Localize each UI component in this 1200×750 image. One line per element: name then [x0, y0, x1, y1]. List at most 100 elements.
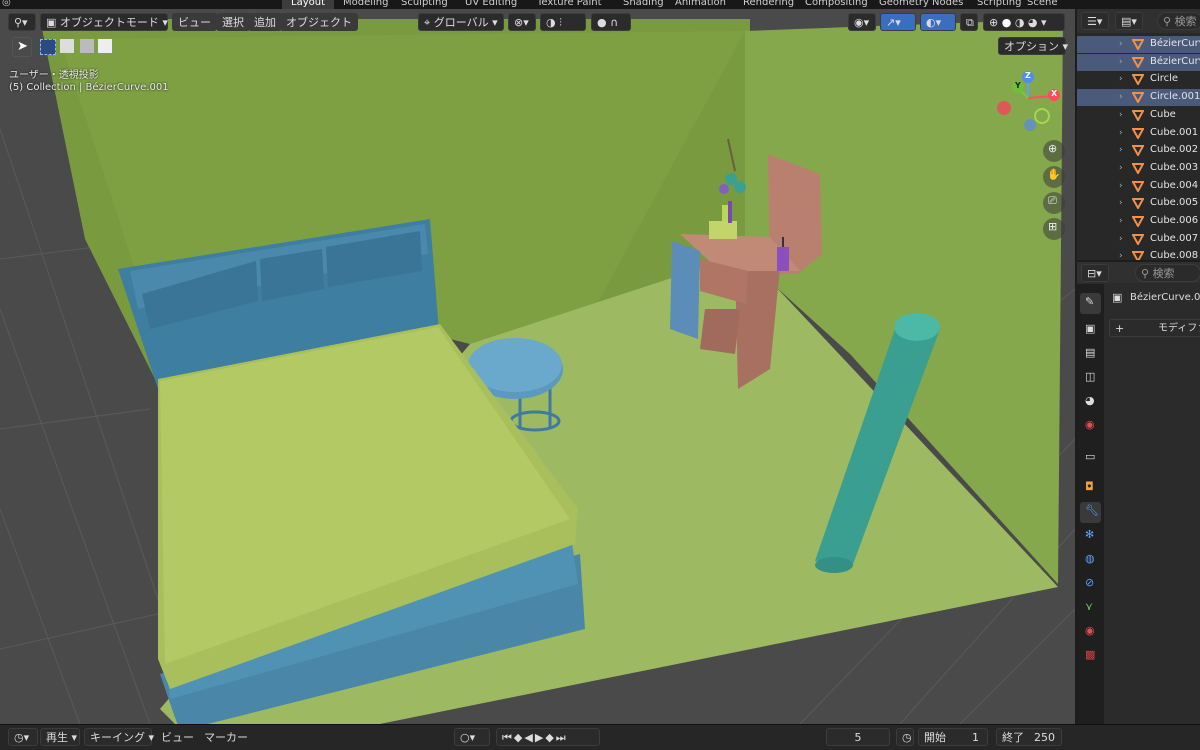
outliner-row[interactable]: › Cube.008	[1077, 248, 1200, 260]
mode-selector[interactable]: ▣ オブジェクトモード ▾	[40, 13, 168, 31]
outliner-row[interactable]: › Cube	[1077, 107, 1200, 124]
scene-render[interactable]	[0, 9, 1075, 724]
physics-tab[interactable]: ◍	[1080, 550, 1101, 571]
camera-view-button[interactable]: ⎚	[1043, 192, 1065, 214]
timeline-editor-type-button[interactable]: ◷▾	[8, 728, 38, 746]
view-name-label: ユーザー・透視投影	[9, 70, 99, 81]
navigation-gizmo[interactable]: Z X Y	[992, 68, 1064, 140]
pivot-point-button[interactable]: ⊗▾	[508, 13, 536, 31]
view-layer-tab[interactable]: ◫	[1080, 368, 1101, 389]
expand-arrow-icon[interactable]: ›	[1119, 74, 1123, 84]
end-frame-field[interactable]: 終了 250	[996, 728, 1062, 746]
tab-rendering[interactable]: Rendering	[734, 0, 803, 9]
display-mode-button[interactable]: ▤▾	[1115, 12, 1143, 30]
world-tab[interactable]: ◉	[1080, 416, 1101, 437]
expand-arrow-icon[interactable]: ›	[1119, 92, 1123, 102]
outliner-row[interactable]: › Cube.004	[1077, 178, 1200, 195]
visibility-button[interactable]: ◉▾	[848, 13, 876, 31]
outliner-row[interactable]: › Cube.005	[1077, 195, 1200, 212]
start-frame-field[interactable]: 開始 1	[918, 728, 988, 746]
expand-arrow-icon[interactable]: ›	[1119, 163, 1123, 173]
playback-controls[interactable]: ⏮◆◀▶◆⏭	[496, 728, 600, 746]
preview-range-toggle[interactable]: ◷	[896, 728, 914, 746]
properties-search-input[interactable]: ⚲ 検索	[1135, 264, 1200, 282]
object-tab[interactable]: ◘	[1080, 478, 1101, 499]
outliner-row[interactable]: › Cube.006	[1077, 213, 1200, 230]
outliner-row[interactable]: › Cube.001	[1077, 125, 1200, 142]
expand-arrow-icon[interactable]: ›	[1119, 145, 1123, 155]
tool-tab[interactable]: ✎	[1080, 293, 1101, 314]
auto-keying-button[interactable]: ○▾	[454, 728, 490, 746]
data-tab[interactable]: ⋎	[1080, 598, 1101, 619]
tab-uv-editing[interactable]: UV Editing	[456, 0, 526, 9]
texture-tab[interactable]: ▩	[1080, 646, 1101, 667]
curve-object-icon: ▣	[1112, 291, 1123, 304]
expand-arrow-icon[interactable]: ›	[1119, 57, 1123, 67]
menu-view[interactable]: ビュー	[172, 13, 217, 31]
current-frame-field[interactable]: 5	[826, 728, 890, 746]
outliner-row[interactable]: › Cube.003	[1077, 160, 1200, 177]
timeline-view-menu[interactable]: ビュー	[155, 728, 200, 746]
material-tab[interactable]: ◉	[1080, 622, 1101, 643]
menu-select[interactable]: 選択	[216, 13, 250, 31]
object-data-icon	[1132, 127, 1144, 139]
tab-texture-paint[interactable]: Texture Paint	[528, 0, 611, 9]
outliner-row[interactable]: › Circle	[1077, 71, 1200, 88]
expand-arrow-icon[interactable]: ›	[1119, 181, 1123, 191]
properties-editor-type-button[interactable]: ⊟▾	[1081, 264, 1109, 282]
tab-modeling[interactable]: Modeling	[334, 0, 398, 9]
pan-button[interactable]: ✋	[1043, 166, 1065, 188]
expand-arrow-icon[interactable]: ›	[1119, 198, 1123, 208]
object-data-icon	[1132, 198, 1144, 210]
expand-arrow-icon[interactable]: ›	[1119, 128, 1123, 138]
tab-layout[interactable]: Layout	[282, 0, 334, 9]
keying-menu[interactable]: キーイング ▾	[84, 728, 154, 746]
marker-menu[interactable]: マーカー	[198, 728, 254, 746]
options-dropdown[interactable]: オプション ▾	[998, 37, 1068, 55]
output-tab[interactable]: ▤	[1080, 344, 1101, 365]
scene-tab[interactable]: ◕	[1080, 392, 1101, 413]
perspective-toggle-button[interactable]: ⊞	[1043, 218, 1065, 240]
blender-logo-icon[interactable]: ◎	[2, 0, 11, 9]
expand-arrow-icon[interactable]: ›	[1119, 110, 1123, 120]
outliner-search-input[interactable]: ⚲ 検索	[1157, 12, 1200, 30]
outliner-row[interactable]: › BézierCurve	[1077, 53, 1200, 71]
gizmo-toggle[interactable]: ↗▾	[880, 13, 916, 31]
zoom-button[interactable]: ⊕	[1043, 140, 1065, 162]
outliner-row[interactable]: › Cube.002	[1077, 142, 1200, 159]
modifier-tab[interactable]: 🔧︎	[1080, 502, 1101, 523]
expand-arrow-icon[interactable]: ›	[1119, 234, 1123, 244]
collection-tab[interactable]: ▭	[1080, 448, 1101, 469]
tab-animation[interactable]: Animation	[666, 0, 735, 9]
tab-geometry-nodes[interactable]: Geometry Nodes	[870, 0, 972, 9]
editor-type-button[interactable]: ⚲▾	[8, 13, 36, 31]
expand-arrow-icon[interactable]: ›	[1119, 39, 1123, 49]
proportional-editing-toggle[interactable]: ● ∩	[591, 13, 631, 31]
menu-add[interactable]: 追加	[248, 13, 282, 31]
playback-menu[interactable]: 再生 ▾	[40, 728, 80, 746]
overlay-toggle[interactable]: ◐▾	[920, 13, 956, 31]
expand-arrow-icon[interactable]: ›	[1119, 216, 1123, 226]
shading-mode-buttons[interactable]: ⊕ ● ◑ ◕ ▾	[983, 13, 1065, 31]
menu-object[interactable]: オブジェクト	[280, 13, 358, 31]
particles-tab[interactable]: ✻	[1080, 526, 1101, 547]
xray-toggle[interactable]: ⧉	[960, 13, 978, 31]
tab-sculpting[interactable]: Sculpting	[392, 0, 457, 9]
tab-compositing[interactable]: Compositing	[796, 0, 877, 9]
expand-arrow-icon[interactable]: ›	[1119, 251, 1123, 260]
camera-back-icon: ▣	[1085, 322, 1096, 335]
3d-viewport[interactable]	[0, 9, 1075, 724]
select-tool-button[interactable]: ➤	[12, 37, 32, 57]
scene-selector[interactable]: Scene	[1018, 0, 1067, 9]
render-tab[interactable]: ▣	[1080, 320, 1101, 341]
outliner-row[interactable]: › Circle.001	[1077, 89, 1200, 107]
outliner-editor-type-button[interactable]: ☰▾	[1081, 12, 1109, 30]
constraints-tab[interactable]: ⊘	[1080, 574, 1101, 595]
selection-mode-buttons[interactable]	[40, 38, 124, 56]
add-modifier-button[interactable]: + モディファ	[1109, 319, 1200, 337]
tab-shading[interactable]: Shading	[614, 0, 673, 9]
snap-toggle[interactable]: ◑ ⫶	[540, 13, 586, 31]
outliner-row[interactable]: › BézierCurve	[1077, 36, 1200, 53]
orientation-selector[interactable]: ⌖ グローバル ▾	[418, 13, 504, 31]
outliner-row[interactable]: › Cube.007	[1077, 231, 1200, 248]
